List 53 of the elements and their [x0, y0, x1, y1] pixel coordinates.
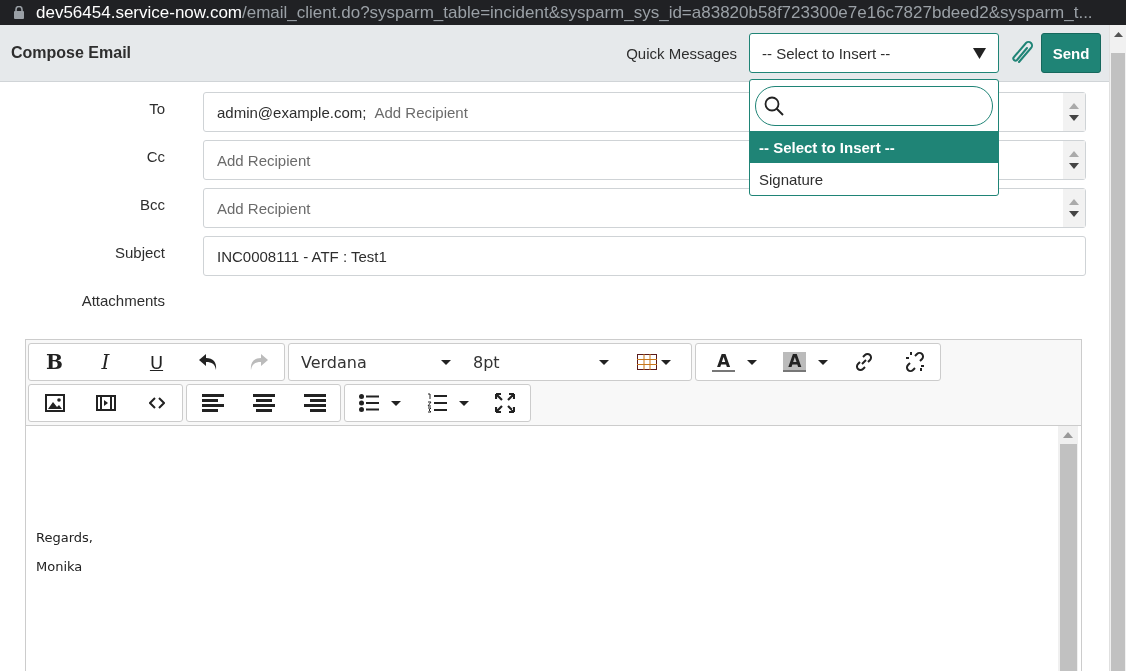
text-color-button[interactable]: A	[696, 344, 768, 380]
field-label: Attachments	[81, 292, 165, 309]
bullet-list-icon	[359, 394, 379, 412]
down-arrow-icon	[1069, 163, 1079, 169]
broken-link-icon	[903, 351, 926, 373]
field-label: Quick Messages	[626, 44, 737, 62]
up-arrow-icon	[1069, 199, 1079, 205]
bold-button[interactable]: B	[29, 344, 80, 380]
field-label: To	[149, 100, 165, 117]
dropdown-option[interactable]: -- Select to Insert --	[750, 131, 998, 163]
up-arrow-icon	[1069, 103, 1079, 109]
align-right-icon	[303, 394, 326, 412]
search-icon	[764, 96, 784, 116]
up-arrow-icon	[1113, 32, 1123, 37]
numbered-list-icon	[427, 393, 447, 413]
down-arrow-icon	[1069, 211, 1079, 217]
body-text: Regards,	[36, 530, 94, 545]
up-arrow-icon	[1063, 432, 1073, 438]
field-label: Subject	[114, 244, 165, 261]
field-label: Cc	[146, 148, 165, 165]
up-arrow-icon	[1069, 151, 1079, 157]
size-select[interactable]: 8pt	[461, 344, 619, 380]
caret-icon	[818, 359, 829, 365]
code-icon	[148, 397, 165, 409]
italic-button[interactable]: I	[80, 344, 131, 380]
paperclip-icon[interactable]	[1011, 40, 1035, 66]
scrollbar[interactable]	[1058, 426, 1078, 671]
link-icon	[853, 352, 874, 372]
page-title: Compose Email	[11, 44, 133, 62]
body-text: Monika	[36, 559, 84, 574]
background-color-button[interactable]: A	[767, 344, 839, 380]
caret-icon	[661, 359, 671, 365]
image-icon	[44, 394, 65, 412]
quick-messages-select[interactable]: -- Select to Insert --	[749, 33, 999, 73]
caret-icon	[441, 359, 451, 365]
fullscreen-icon	[494, 393, 515, 413]
font-select[interactable]: Verdana	[289, 344, 461, 380]
underline-button[interactable]: U	[131, 344, 182, 380]
caret-icon	[599, 359, 609, 365]
film-icon	[95, 395, 116, 411]
lock-icon	[14, 6, 24, 19]
recipient-field[interactable]: Add Recipient	[203, 188, 1086, 228]
align-left-icon	[201, 394, 224, 412]
send-button[interactable]: Send	[1041, 33, 1101, 73]
caret-icon	[747, 359, 758, 365]
caret-icon	[973, 47, 986, 59]
down-arrow-icon	[1069, 115, 1079, 121]
table-icon	[637, 354, 657, 370]
caret-icon	[391, 400, 401, 406]
subject-field[interactable]: INC0008111 - ATF : Test1	[203, 236, 1086, 276]
caret-icon	[459, 400, 469, 406]
field-label: Bcc	[140, 196, 165, 213]
align-center-icon	[252, 394, 275, 412]
